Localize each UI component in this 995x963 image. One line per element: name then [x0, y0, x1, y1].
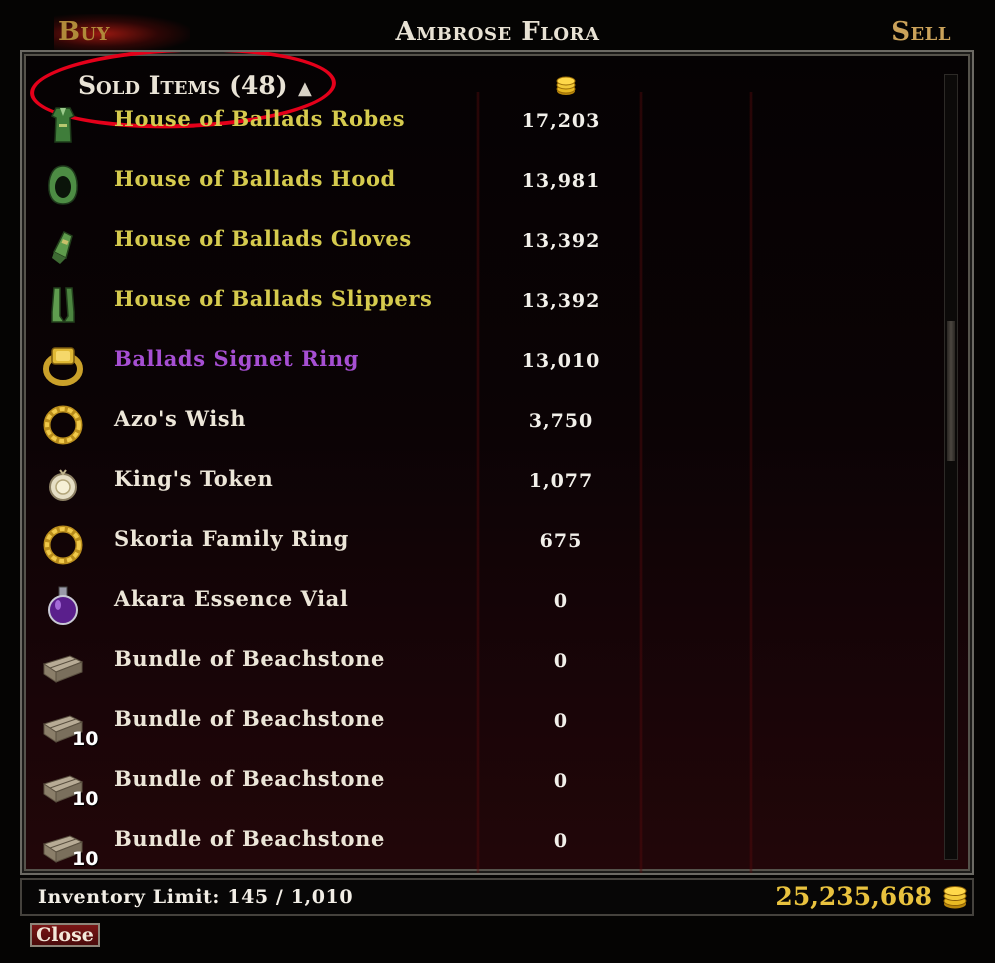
- item-name: Bundle of Beachstone: [114, 706, 385, 731]
- gold-coins-icon[interactable]: [555, 76, 577, 100]
- close-button[interactable]: Close: [30, 923, 100, 947]
- gold-ring-icon: [40, 522, 86, 568]
- item-name: Bundle of Beachstone: [114, 646, 385, 671]
- item-name: Bundle of Beachstone: [114, 826, 385, 851]
- item-name: Akara Essence Vial: [114, 586, 349, 611]
- token-icon: [40, 462, 86, 508]
- item-price: 13,392: [521, 290, 601, 312]
- item-name: House of Ballads Hood: [114, 166, 396, 191]
- list-item[interactable]: King's Token 1,077: [26, 458, 946, 518]
- sold-items-list[interactable]: House of Ballads Robes 17,203 House of Bal…: [26, 98, 946, 873]
- hood-icon: [40, 162, 86, 208]
- scrollbar[interactable]: [944, 74, 958, 860]
- item-price: 0: [553, 770, 569, 792]
- list-item[interactable]: Azo's Wish 3,750: [26, 398, 946, 458]
- robe-icon: [40, 102, 86, 148]
- item-name: Azo's Wish: [114, 406, 247, 431]
- list-item[interactable]: 10 Bundle of Beachstone 0: [26, 698, 946, 758]
- list-item[interactable]: Akara Essence Vial 0: [26, 578, 946, 638]
- scrollbar-thumb[interactable]: [947, 321, 955, 461]
- list-item[interactable]: Ballads Signet Ring 13,010: [26, 338, 946, 398]
- sell-tab[interactable]: Sell: [891, 14, 951, 50]
- item-price: 13,981: [521, 170, 601, 192]
- gold-ring-icon: [40, 402, 86, 448]
- inventory-limit: Inventory Limit: 145 / 1,010: [38, 886, 354, 908]
- item-name: Ballads Signet Ring: [114, 346, 359, 371]
- item-price: 675: [539, 530, 583, 552]
- status-bar: Inventory Limit: 145 / 1,010 25,235,668: [20, 878, 974, 916]
- item-price: 13,010: [521, 350, 601, 372]
- list-item[interactable]: House of Ballads Hood 13,981: [26, 158, 946, 218]
- item-name: Skoria Family Ring: [114, 526, 349, 551]
- item-name: House of Ballads Gloves: [114, 226, 412, 251]
- item-name: King's Token: [114, 466, 274, 491]
- stone-bundle-icon: [40, 642, 86, 688]
- item-name: Bundle of Beachstone: [114, 766, 385, 791]
- stack-count: 10: [72, 728, 99, 750]
- gloves-icon: [40, 222, 86, 268]
- list-item[interactable]: 10 Bundle of Beachstone 0: [26, 758, 946, 818]
- item-price: 0: [553, 830, 569, 852]
- list-item[interactable]: Bundle of Beachstone 0: [26, 638, 946, 698]
- list-item[interactable]: House of Ballads Gloves 13,392: [26, 218, 946, 278]
- stack-count: 10: [72, 848, 99, 870]
- vendor-title: Ambrose Flora: [395, 17, 600, 47]
- item-price: 0: [553, 650, 569, 672]
- item-name: House of Ballads Slippers: [114, 286, 433, 311]
- slippers-icon: [40, 282, 86, 328]
- list-item[interactable]: House of Ballads Robes 17,203: [26, 98, 946, 158]
- list-item[interactable]: 10 Bundle of Beachstone 0: [26, 818, 946, 873]
- list-item[interactable]: Skoria Family Ring 675: [26, 518, 946, 578]
- gold-coins-icon: [942, 884, 968, 914]
- item-price: 13,392: [521, 230, 601, 252]
- gold-amount: 25,235,668: [775, 882, 932, 911]
- item-price: 1,077: [528, 470, 594, 492]
- item-price: 0: [553, 590, 569, 612]
- item-price: 3,750: [528, 410, 594, 432]
- item-price: 0: [553, 710, 569, 732]
- item-price: 17,203: [521, 110, 601, 132]
- sold-items-panel: Sold Items (48) ▲ House of Ballads Robes…: [20, 50, 974, 875]
- vial-icon: [40, 582, 86, 628]
- item-name: House of Ballads Robes: [114, 106, 406, 131]
- list-item[interactable]: House of Ballads Slippers 13,392: [26, 278, 946, 338]
- signet-ring-icon: [40, 342, 86, 388]
- stack-count: 10: [72, 788, 99, 810]
